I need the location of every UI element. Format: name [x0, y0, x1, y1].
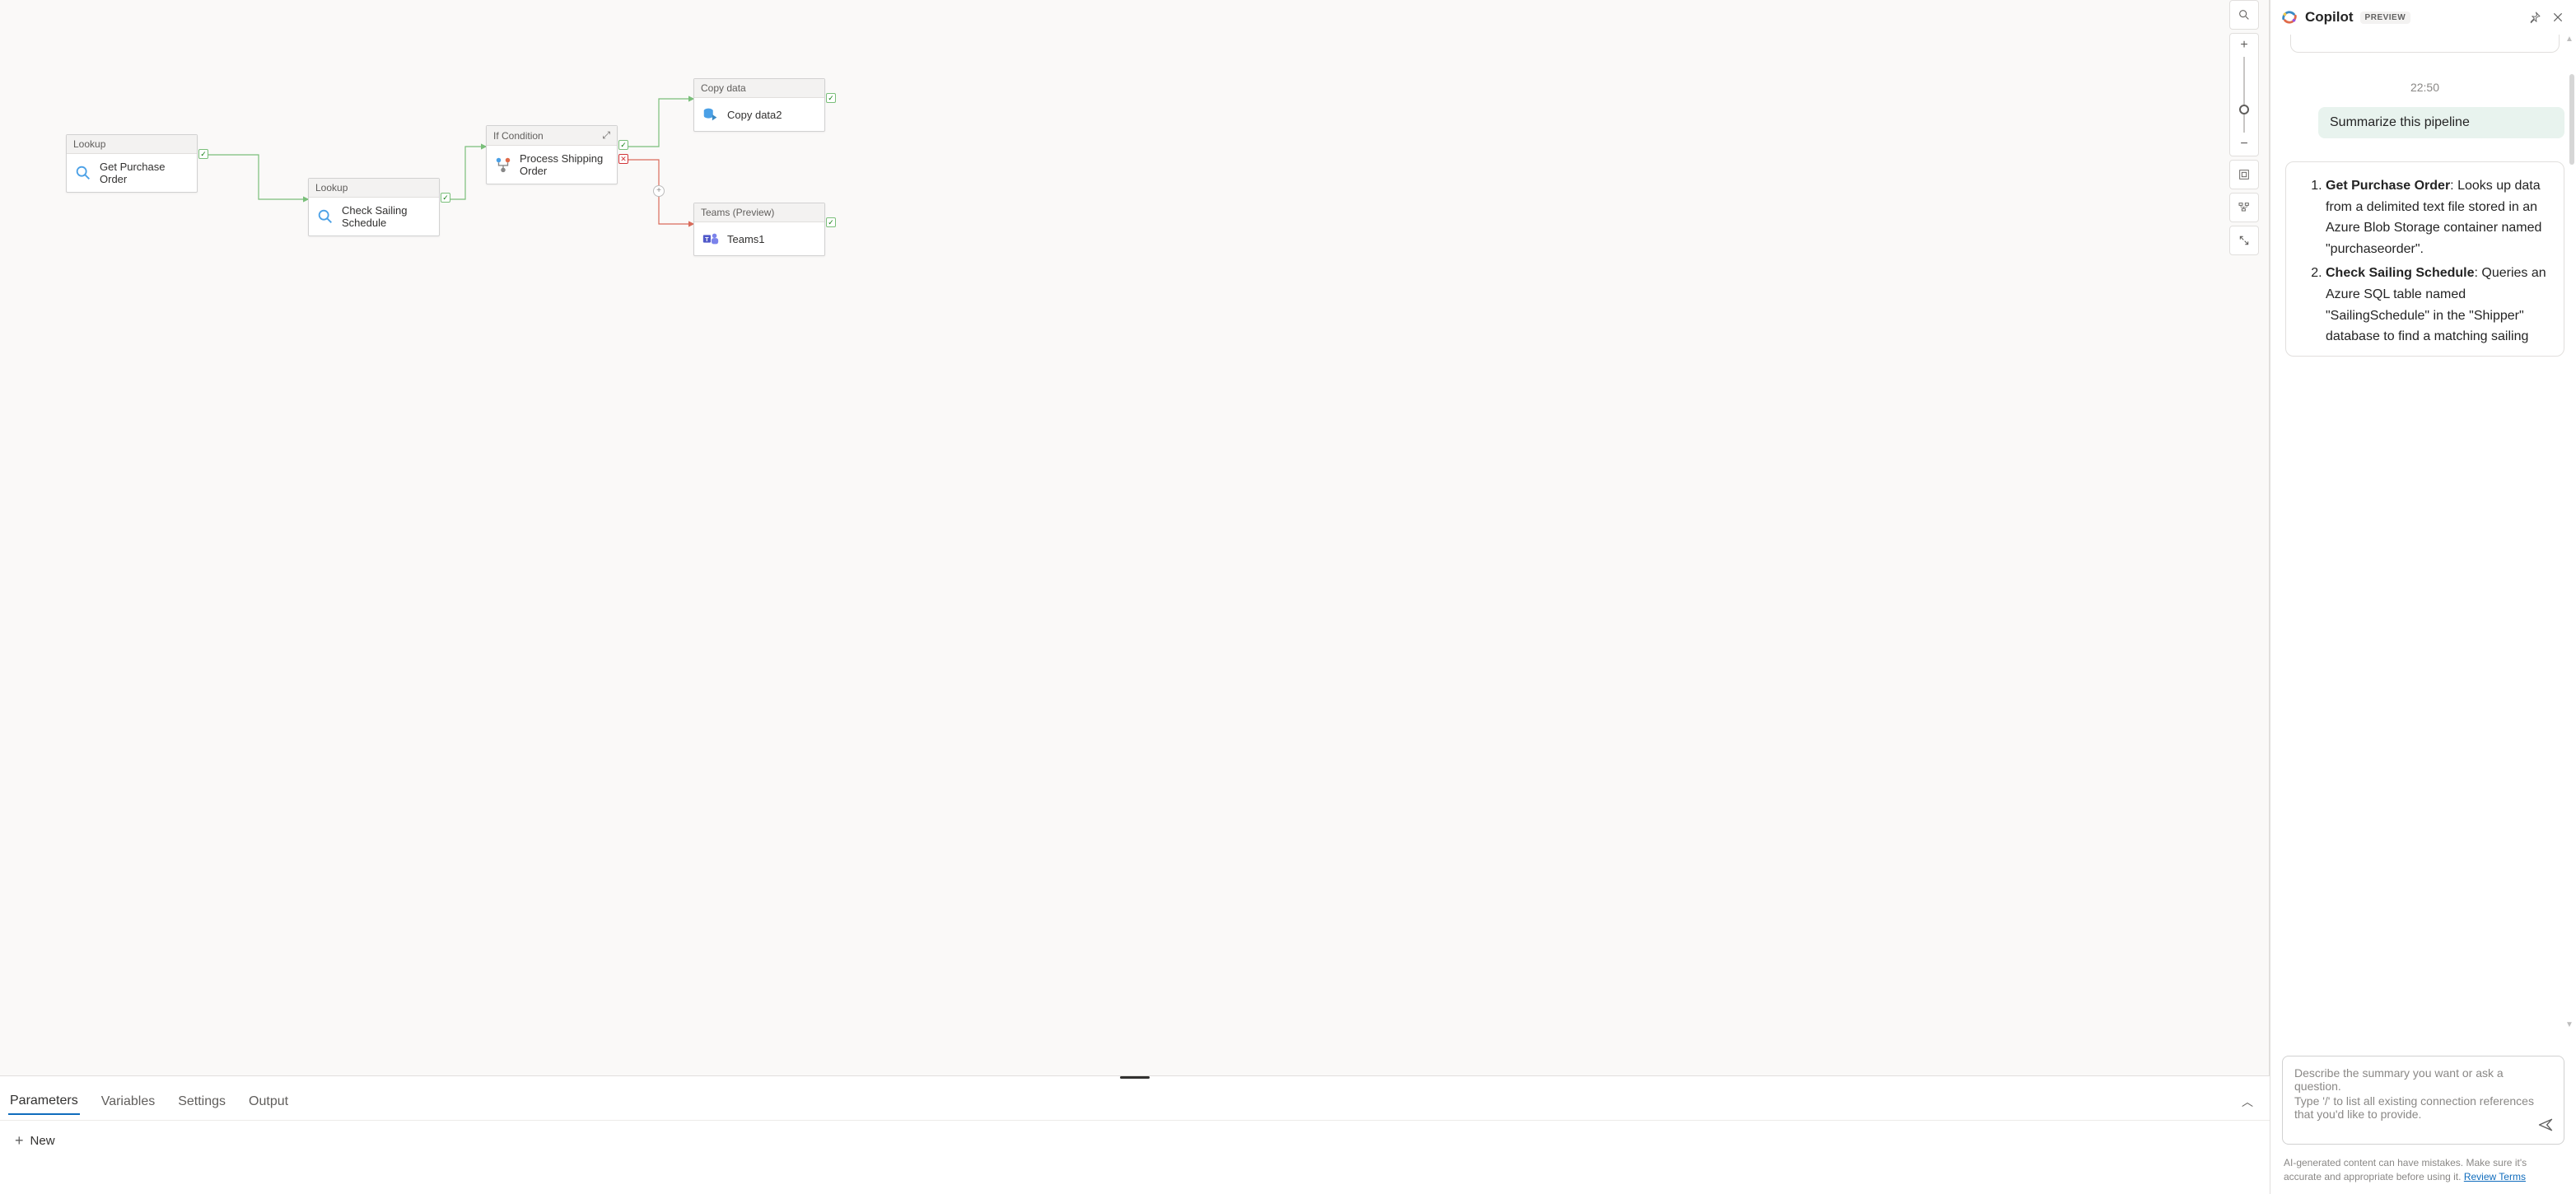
- node-label: Get Purchase Order: [100, 161, 190, 185]
- node-label: Check Sailing Schedule: [342, 204, 432, 229]
- plus-icon: +: [15, 1132, 24, 1150]
- status-success-icon: ✓: [198, 149, 208, 159]
- node-type: Teams (Preview): [701, 207, 774, 218]
- status-success-icon: ✓: [441, 193, 450, 203]
- close-icon[interactable]: [2550, 9, 2566, 26]
- input-placeholder-line2: Type '/' to list all existing connection…: [2294, 1094, 2552, 1121]
- tab-parameters[interactable]: Parameters: [8, 1089, 80, 1115]
- teams-icon: T: [701, 229, 721, 249]
- expand-icon[interactable]: ⤢: [602, 129, 610, 142]
- node-header: Lookup: [67, 135, 197, 154]
- status-fail-icon: ✕: [618, 154, 628, 164]
- response-item-title: Check Sailing Schedule: [2326, 266, 2475, 280]
- copilot-input-area: Describe the summary you want or ask a q…: [2282, 1056, 2564, 1145]
- bottom-tabbar: Parameters Variables Settings Output ︿: [0, 1084, 2270, 1121]
- preview-badge: PREVIEW: [2360, 12, 2411, 24]
- node-type: Lookup: [73, 138, 105, 150]
- pin-icon[interactable]: [2527, 9, 2543, 26]
- node-process-shipping-order[interactable]: If Condition ⤢ Process Shipping Order: [486, 125, 618, 184]
- node-header: If Condition ⤢: [487, 126, 617, 146]
- copilot-input[interactable]: Describe the summary you want or ask a q…: [2282, 1056, 2564, 1145]
- canvas-toolbar: + −: [2229, 0, 2259, 255]
- panel-drag-handle[interactable]: [1120, 1076, 1150, 1079]
- node-label: Copy data2: [727, 109, 782, 121]
- new-parameter-button[interactable]: + New: [0, 1121, 70, 1161]
- response-item: Check Sailing Schedule: Queries an Azure…: [2326, 263, 2552, 347]
- copy-data-icon: [701, 105, 721, 124]
- status-success-icon: ✓: [826, 93, 836, 103]
- new-label: New: [30, 1134, 55, 1148]
- status-success-icon: ✓: [826, 217, 836, 227]
- previous-message-edge: [2290, 35, 2560, 53]
- tab-output[interactable]: Output: [247, 1089, 290, 1114]
- status-success-icon: ✓: [618, 140, 628, 150]
- node-check-sailing-schedule[interactable]: Lookup Check Sailing Schedule: [308, 178, 440, 236]
- review-terms-link[interactable]: Review Terms: [2464, 1171, 2526, 1182]
- copilot-chat: 22:50 Summarize this pipeline Get Purcha…: [2270, 35, 2576, 1044]
- add-branch-icon[interactable]: +: [653, 185, 665, 197]
- send-icon[interactable]: [2537, 1117, 2554, 1136]
- chat-timestamp: 22:50: [2285, 81, 2564, 94]
- connectors: [0, 0, 2269, 1075]
- lookup-icon: [73, 163, 93, 183]
- user-message: Summarize this pipeline: [2318, 107, 2564, 138]
- node-get-purchase-order[interactable]: Lookup Get Purchase Order: [66, 134, 198, 193]
- input-placeholder-line1: Describe the summary you want or ask a q…: [2294, 1066, 2504, 1093]
- if-condition-icon: [493, 155, 513, 175]
- svg-text:T: T: [705, 236, 709, 243]
- zoom-thumb[interactable]: [2239, 105, 2249, 114]
- node-type: If Condition: [493, 130, 544, 142]
- copilot-title: Copilot: [2305, 9, 2354, 26]
- zoom-in-button[interactable]: +: [2240, 39, 2247, 52]
- scrollbar-thumb[interactable]: [2569, 74, 2574, 165]
- fullscreen-button[interactable]: [2229, 226, 2259, 255]
- response-item-title: Get Purchase Order: [2326, 179, 2450, 193]
- response-item: Get Purchase Order: Looks up data from a…: [2326, 175, 2552, 259]
- auto-align-button[interactable]: [2229, 193, 2259, 222]
- copilot-panel: Copilot PREVIEW 22:50 Summarize this pip…: [2270, 0, 2576, 1194]
- copilot-header: Copilot PREVIEW: [2270, 0, 2576, 35]
- zoom-out-button[interactable]: −: [2240, 138, 2247, 151]
- zoom-to-fit-button[interactable]: [2229, 160, 2259, 189]
- node-type: Copy data: [701, 82, 746, 94]
- tab-settings[interactable]: Settings: [176, 1089, 227, 1114]
- collapse-panel-button[interactable]: ︿: [2233, 1090, 2261, 1113]
- assistant-message: Get Purchase Order: Looks up data from a…: [2285, 161, 2564, 357]
- lookup-icon: [315, 207, 335, 226]
- copilot-logo-icon: [2280, 8, 2298, 26]
- node-header: Teams (Preview): [694, 203, 824, 222]
- node-type: Lookup: [315, 182, 348, 194]
- zoom-slider[interactable]: + −: [2229, 33, 2259, 156]
- node-header: Copy data: [694, 79, 824, 98]
- node-teams1[interactable]: Teams (Preview) T Teams1: [693, 203, 825, 256]
- node-label: Teams1: [727, 233, 765, 245]
- node-label: Process Shipping Order: [520, 152, 610, 177]
- node-header: Lookup: [309, 179, 439, 198]
- bottom-panel: Parameters Variables Settings Output ︿ +…: [0, 1075, 2270, 1194]
- copilot-footer: AI-generated content can have mistakes. …: [2270, 1156, 2576, 1194]
- workspace: Lookup Get Purchase Order ✓ Lookup Check…: [0, 0, 2270, 1194]
- search-button[interactable]: [2229, 0, 2259, 30]
- tab-variables[interactable]: Variables: [100, 1089, 157, 1114]
- node-copy-data2[interactable]: Copy data Copy data2: [693, 78, 825, 132]
- pipeline-canvas[interactable]: Lookup Get Purchase Order ✓ Lookup Check…: [0, 0, 2270, 1075]
